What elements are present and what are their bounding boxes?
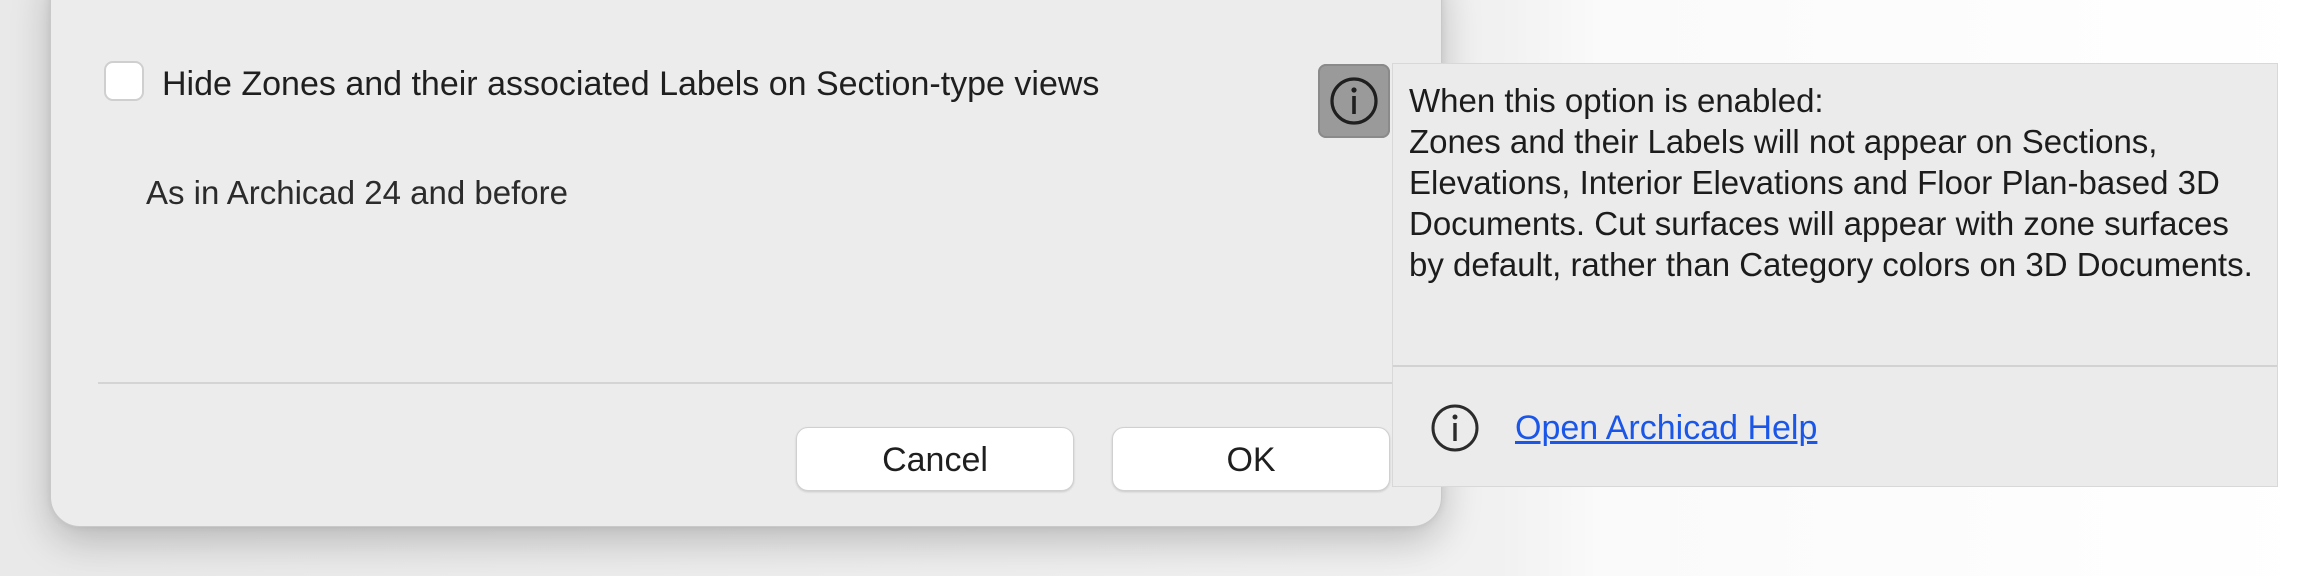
tooltip-text: When this option is enabled: Zones and t… [1409,80,2269,285]
info-icon [1431,404,1479,452]
tooltip-body: Zones and their Labels will not appear o… [1409,123,2253,283]
tooltip-heading: When this option is enabled: [1409,82,1824,119]
dialog-divider [98,382,1392,384]
cancel-button[interactable]: Cancel [796,427,1074,491]
help-row: Open Archicad Help [1429,398,1817,458]
hide-zones-checkbox[interactable] [104,61,144,101]
info-button[interactable] [1318,64,1390,138]
open-help-link[interactable]: Open Archicad Help [1515,409,1817,448]
option-description: As in Archicad 24 and before [146,174,568,211]
hide-zones-label[interactable]: Hide Zones and their associated Labels o… [162,64,1099,104]
ok-button[interactable]: OK [1112,427,1390,491]
info-icon [1330,77,1378,125]
info-tooltip: When this option is enabled: Zones and t… [1392,63,2278,487]
tooltip-divider [1393,365,2277,367]
